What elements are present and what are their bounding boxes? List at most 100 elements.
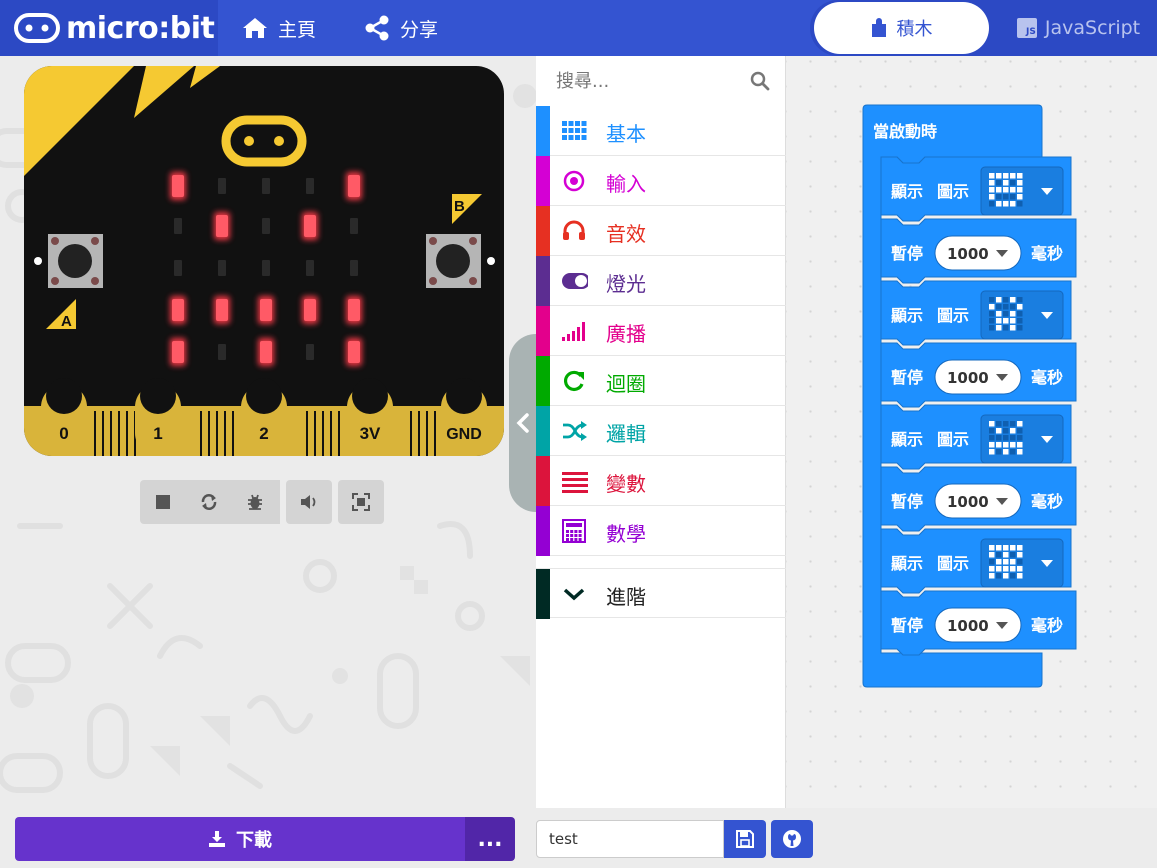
mute-button[interactable] [286,480,332,524]
javascript-icon: JS [1016,18,1037,38]
microbit-logo[interactable]: micro:bit [0,0,218,56]
share-nav-button[interactable]: 分享 [364,0,438,56]
led-on [260,299,272,321]
category-label: 音效 [606,222,646,246]
restart-button[interactable] [200,493,218,515]
icon-pixel [1003,545,1009,551]
blocks-workspace[interactable]: 當啟動時 顯示 圖示 暫停 1000 毫秒 顯示 圖示 暫停 1000 毫秒 顯示 圖示 暫停 1000 毫秒… [786,56,1157,808]
category-grid[interactable]: 基本 [536,106,786,156]
download-button[interactable]: 下載 [15,817,465,861]
show-icon-block[interactable]: 顯示 圖示 [880,528,1072,594]
category-color-bar [536,356,550,406]
icon-dropdown[interactable] [980,414,1064,464]
pin-3v[interactable]: 3V [347,378,393,456]
icon-pixel [1017,552,1023,558]
category-shuffle[interactable]: 邏輯 [536,406,786,456]
show-icon-block[interactable]: 顯示 圖示 [880,156,1072,222]
icon-pixel [996,311,1002,317]
pause-duration-field[interactable]: 1000 [934,607,1022,643]
icon-pixel [996,173,1002,179]
pin-label: 1 [153,424,162,443]
icon-pixel [1017,442,1023,448]
workspace-footer [786,808,1157,868]
microbit-board: A B 0 1 2 3V GND [24,66,504,456]
category-toggle[interactable]: 燈光 [536,256,786,306]
pause-duration-field[interactable]: 1000 [934,359,1022,395]
tab-javascript[interactable]: JS JavaScript [1000,0,1157,56]
show-label: 顯示 [891,430,923,449]
category-list[interactable]: 變數 [536,456,786,506]
led-off [218,260,226,276]
project-name-input[interactable] [536,820,724,858]
category-chevron-down[interactable]: 進階 [536,568,786,619]
icon-pixel [996,428,1002,434]
icon-pixel [989,318,995,324]
icon-pixel [989,435,995,441]
led-on [172,175,184,197]
collapse-simulator-button[interactable] [509,334,536,512]
download-icon [209,831,225,847]
on-start-label: 當啟動時 [873,122,937,141]
home-nav-button[interactable]: 主頁 [242,0,316,56]
download-label: 下載 [236,830,272,851]
pause-block[interactable]: 暫停 1000 毫秒 [880,466,1077,532]
icon-pixel [1003,180,1009,186]
pin-1[interactable]: 1 [135,378,181,456]
pin-0[interactable]: 0 [41,378,87,456]
ms-label: 毫秒 [1031,616,1063,635]
fullscreen-button[interactable] [338,480,384,524]
chevron-down-icon [563,588,585,601]
pause-duration-field[interactable]: 1000 [934,483,1022,519]
icon-pixel [1017,180,1023,186]
icon-dropdown[interactable] [980,290,1064,340]
pin-gnd[interactable]: GND [441,378,487,456]
icon-pixel [1010,311,1016,317]
icon-pixel [996,566,1002,572]
category-color-bar [536,106,550,156]
github-icon [783,830,801,848]
category-color-bar [536,206,550,256]
icon-pixel [1017,194,1023,200]
category-signal[interactable]: 廣播 [536,306,786,356]
logo-text: micro:bit [66,10,215,46]
search-input[interactable] [556,70,746,92]
category-headphones[interactable]: 音效 [536,206,786,256]
github-button[interactable] [771,820,813,858]
pin-label: 3V [360,424,381,443]
icon-dropdown[interactable] [980,538,1064,588]
headphones-icon [563,220,585,240]
calculator-icon [562,519,586,543]
pause-block[interactable]: 暫停 1000 毫秒 [880,218,1077,284]
icon-pixel [1003,428,1009,434]
icon-pixel [1017,566,1023,572]
button-a-label: A [61,313,72,330]
icon-pixel [1017,559,1023,565]
microbit-logo-icon [14,13,60,43]
search-icon[interactable] [750,71,770,91]
pin-2[interactable]: 2 [241,378,287,456]
icon-pixel [996,187,1002,193]
category-loop[interactable]: 迴圈 [536,356,786,406]
tab-blocks[interactable]: 積木 [814,2,989,54]
stop-button[interactable] [154,493,172,515]
show-label: 顯示 [891,554,923,573]
icon-pixel [989,566,995,572]
debug-button[interactable] [246,493,264,515]
icon-pixel [1017,318,1023,324]
pause-block[interactable]: 暫停 1000 毫秒 [880,342,1077,408]
more-options-button[interactable]: ... [465,817,515,861]
pause-value: 1000 [947,369,989,387]
restart-icon [201,494,217,510]
pause-block[interactable]: 暫停 1000 毫秒 [880,590,1077,656]
led-off [350,218,358,234]
home-icon [243,18,267,38]
show-icon-block[interactable]: 顯示 圖示 [880,404,1072,470]
led-on [348,175,360,197]
tab-blocks-label: 積木 [896,19,933,40]
pause-duration-field[interactable]: 1000 [934,235,1022,271]
category-calculator[interactable]: 數學 [536,506,786,556]
save-button[interactable] [724,820,766,858]
icon-dropdown[interactable] [980,166,1064,216]
show-icon-block[interactable]: 顯示 圖示 [880,280,1072,346]
category-target[interactable]: 輸入 [536,156,786,206]
